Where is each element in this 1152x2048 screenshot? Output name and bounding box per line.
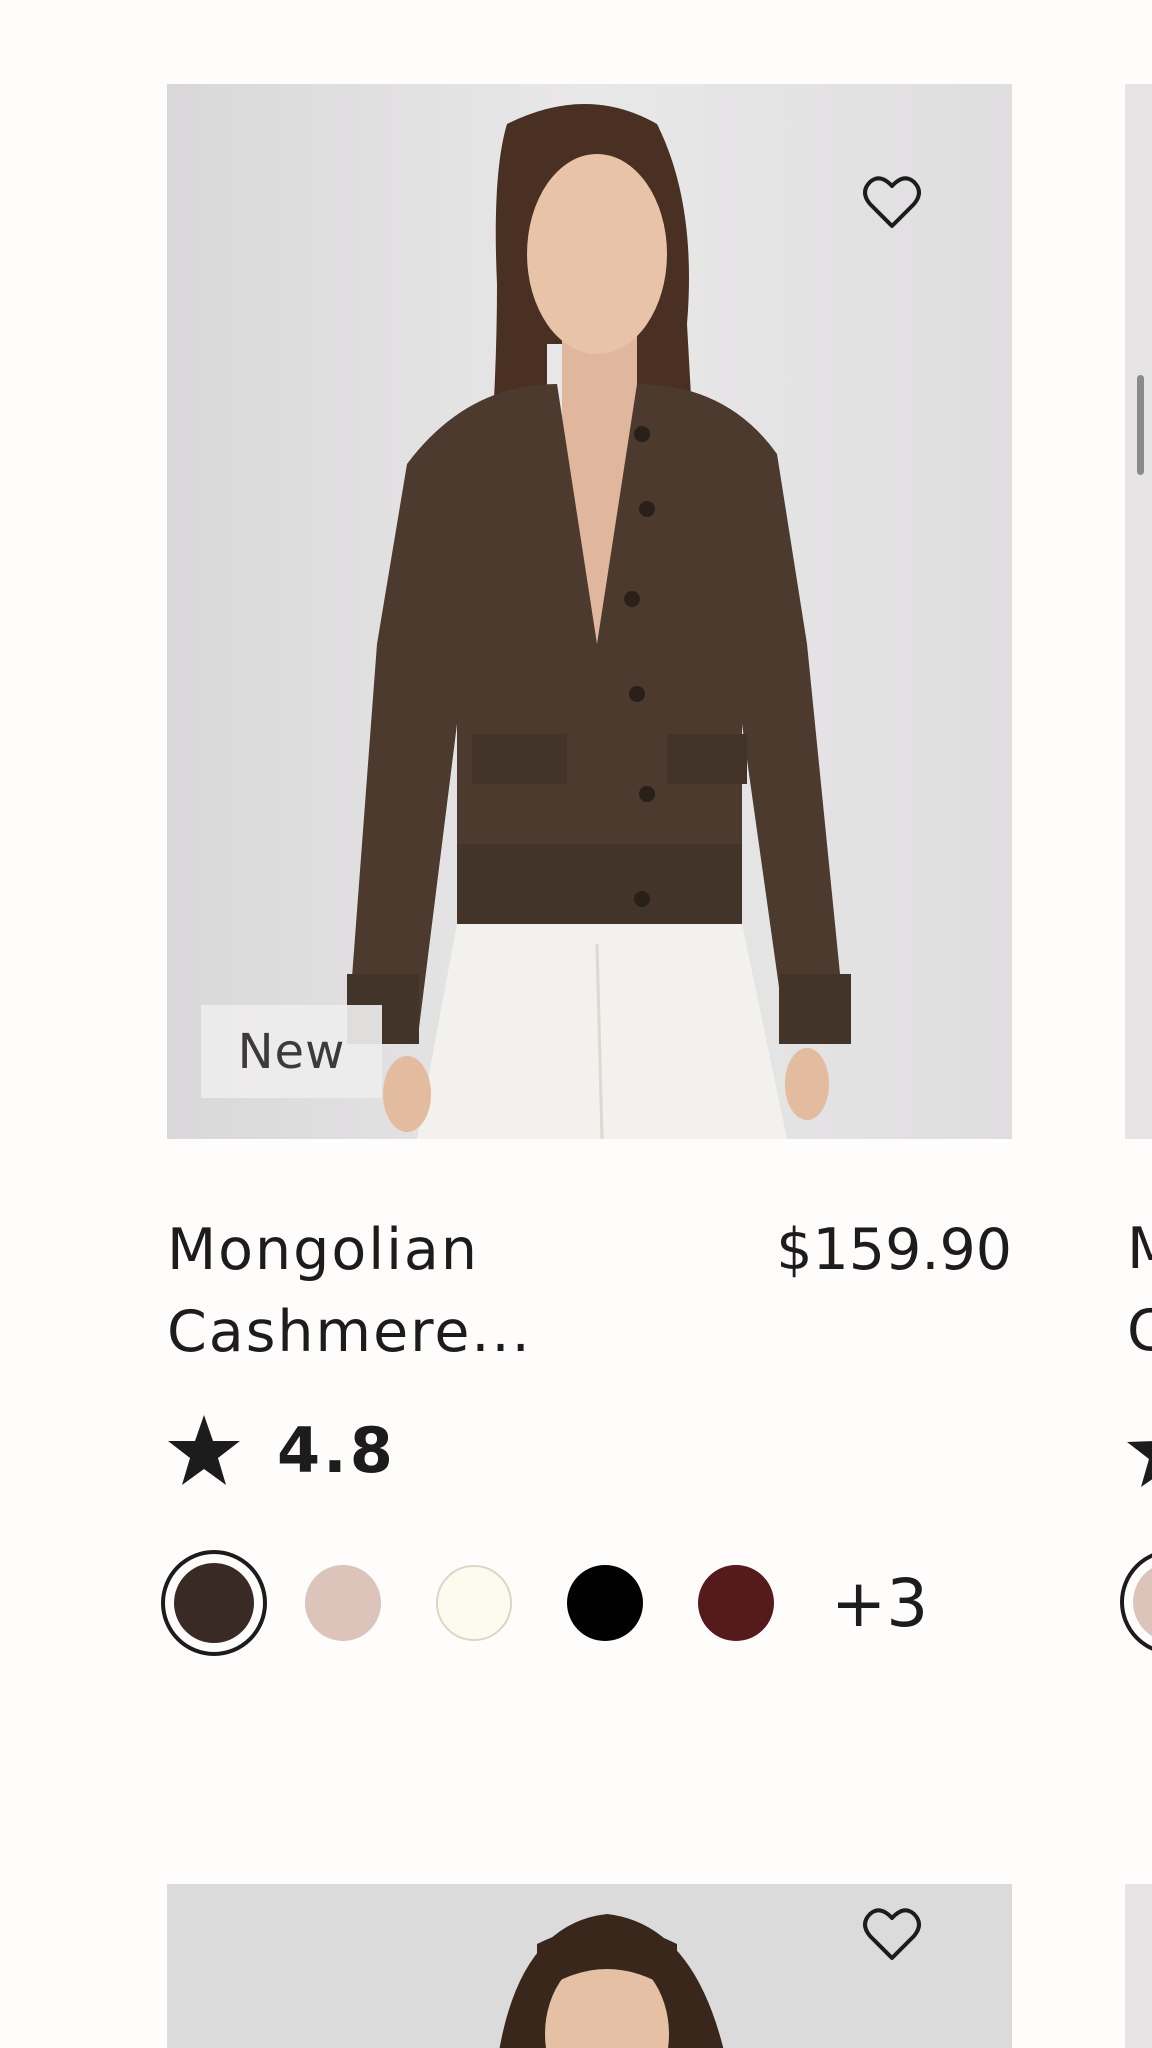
next-product-name-line2: C [1127,1298,1152,1364]
horizontal-scroll-indicator[interactable] [1137,375,1144,475]
product-name-line1: Mongolian [167,1217,479,1283]
color-swatch-selected[interactable] [161,1550,267,1656]
product-card[interactable] [167,1884,1012,2048]
product-listing-page: M C New Mongolian Cashmere... $159.90 4.… [0,0,1152,2048]
product-price: $159.90 [776,1217,1012,1283]
product-card[interactable]: New Mongolian Cashmere... $159.90 [167,84,1012,1379]
color-swatch[interactable] [698,1565,774,1641]
next-product-star-icon [1127,1441,1152,1487]
next-product-image-peek[interactable] [1125,84,1152,1139]
rating-value: 4.8 [277,1413,396,1487]
more-colors-link[interactable]: +3 [831,1565,928,1642]
new-badge: New [201,1005,382,1098]
product-name[interactable]: Mongolian Cashmere... [167,1209,607,1373]
next-product-name-line1: M [1127,1216,1152,1282]
color-swatch[interactable] [436,1565,512,1641]
heart-outline-icon[interactable] [862,1906,922,1962]
product-photo [167,84,1012,1139]
color-swatches: +3 [161,1548,928,1658]
color-swatch[interactable] [567,1565,643,1641]
product-info: Mongolian Cashmere... $159.90 [167,1209,1012,1379]
product-image[interactable] [167,1884,1012,2048]
product-name-line2: Cashmere... [167,1299,532,1365]
star-icon [168,1415,240,1485]
product-rating: 4.8 [167,1410,396,1490]
color-swatch[interactable] [305,1565,381,1641]
next-product-image-peek-2[interactable] [1125,1884,1152,2048]
heart-outline-icon[interactable] [862,174,922,230]
product-image[interactable]: New [167,84,1012,1139]
next-product-swatch-peek[interactable] [1120,1549,1152,1655]
